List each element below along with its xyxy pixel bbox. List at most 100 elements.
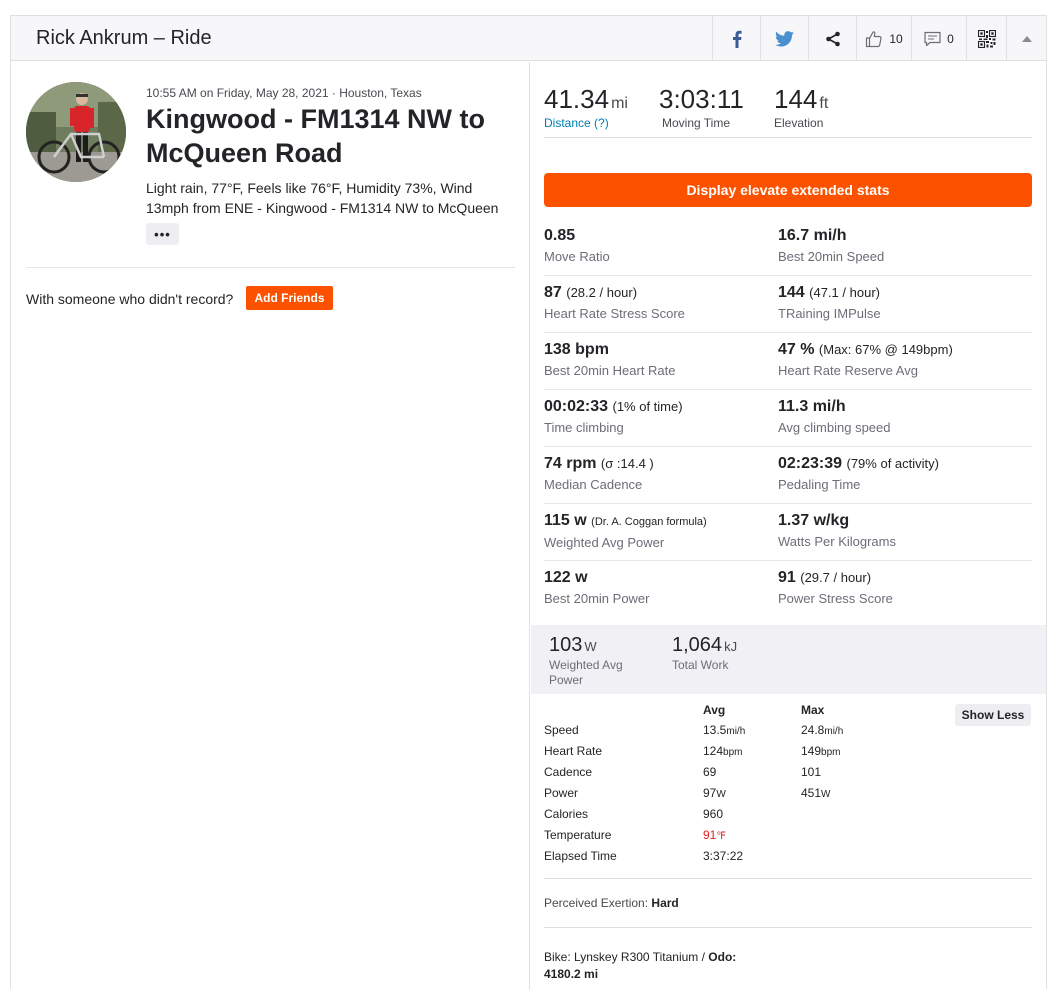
activity-stats: 41.34 mi Distance (?) 3:03:11 Moving Time… <box>531 62 1046 990</box>
row-name: Heart Rate <box>544 744 603 758</box>
facebook-share-button[interactable] <box>712 16 760 61</box>
extended-stats-row: 138 bpm Best 20min Heart Rate 47 % (Max: … <box>544 333 1032 390</box>
stat-label: Weighted Avg Power <box>544 535 665 550</box>
extended-stats-grid: 0.85 Move Ratio 16.7 mi/h Best 20min Spee… <box>544 219 1032 618</box>
bike-info: Bike: Lynskey R300 Titanium / Odo: 4180.… <box>544 949 736 983</box>
add-friends-button[interactable]: Add Friends <box>246 286 333 310</box>
extended-stat: 1.37 w/kg Watts Per Kilograms <box>778 504 1018 549</box>
kudos-button[interactable]: 10 <box>856 16 911 61</box>
collapse-button[interactable] <box>1006 16 1046 61</box>
row-name: Power <box>544 786 579 800</box>
stat-value: 16.7 mi/h <box>778 226 1018 246</box>
table-row: Power 97W 451W <box>544 786 1032 807</box>
row-name: Cadence <box>544 765 593 779</box>
avg-value: 960 <box>703 807 724 821</box>
avg-unit: ℉ <box>716 831 726 842</box>
stat-value: 74 rpm (σ :14.4 ) <box>544 454 784 474</box>
odometer-value: 4180.2 mi <box>544 967 599 981</box>
stat-value: 41.34 <box>544 84 610 114</box>
stat-label: Power <box>549 673 584 687</box>
avg-value: 124 <box>703 744 724 758</box>
stat-value-detail: (47.1 / hour) <box>809 285 880 300</box>
stat-label: Moving Time <box>662 116 731 130</box>
comment-count: 0 <box>947 31 954 46</box>
stat-total-work: 1,064 kJ Total Work <box>672 634 737 672</box>
twitter-share-button[interactable] <box>760 16 808 61</box>
elevate-extended-stats-button[interactable]: Display elevate extended stats <box>544 173 1032 207</box>
stat-value: 103 <box>549 634 583 656</box>
stat-value: 122 w <box>544 568 784 588</box>
max-unit: bpm <box>821 747 841 758</box>
stat-value-detail: (Max: 67% @ 149bpm) <box>818 342 953 357</box>
activity-title: Kingwood - FM1314 NW to McQueen Road <box>146 104 485 168</box>
avg-value: 69 <box>703 765 717 779</box>
more-options-button[interactable]: ••• <box>146 223 179 245</box>
row-name: Speed <box>544 723 579 737</box>
max-value: 149 <box>801 744 822 758</box>
row-max: 451W <box>801 786 830 800</box>
stat-weighted-avg-power: 103 W Weighted Avg Power <box>549 634 623 687</box>
extended-stat: 115 w (Dr. A. Coggan formula) Weighted Av… <box>544 504 784 550</box>
kudos-count: 10 <box>889 31 903 46</box>
extended-stats-row: 74 rpm (σ :14.4 ) Median Cadence 02:23:39 … <box>544 447 1032 504</box>
row-avg: 97W <box>703 786 726 800</box>
twitter-icon <box>775 30 794 47</box>
max-unit: mi/h <box>824 726 844 737</box>
share-icon <box>825 31 840 46</box>
stat-value-main: 47 % <box>778 341 815 358</box>
extended-stat: 00:02:33 (1% of time) Time climbing <box>544 390 784 435</box>
stat-value: 91 (29.7 / hour) <box>778 568 1018 588</box>
stat-distance: 41.34 mi Distance (?) <box>544 84 628 130</box>
stat-value: 47 % (Max: 67% @ 149bpm) <box>778 340 1018 360</box>
friends-prompt: With someone who didn't record? <box>26 291 234 307</box>
perceived-exertion-label: Perceived Exertion: <box>544 896 649 910</box>
stat-value-main: 00:02:33 <box>544 398 609 415</box>
stat-value-main: 122 w <box>544 569 588 586</box>
stat-value-detail: (σ :14.4 ) <box>600 456 654 471</box>
extended-stats-row: 87 (28.2 / hour) Heart Rate Stress Score 1… <box>544 276 1032 333</box>
stat-label: Avg climbing speed <box>778 420 891 435</box>
power-summary: 103 W Weighted Avg Power 1,064 kJ Total Wo… <box>531 625 1046 694</box>
extended-stats-row: 00:02:33 (1% of time) Time climbing 11.3 m… <box>544 390 1032 447</box>
stat-value-main: 16.7 mi/h <box>778 227 847 244</box>
row-max: 101 <box>801 765 821 779</box>
stat-value-main: 74 rpm <box>544 455 597 472</box>
extended-stat: 87 (28.2 / hour) Heart Rate Stress Score <box>544 276 784 321</box>
activity-description: Light rain, 77°F, Feels like 76°F, Humid… <box>146 180 499 216</box>
extended-stat: 0.85 Move Ratio <box>544 219 784 264</box>
column-header-max: Max <box>801 703 825 717</box>
facebook-icon <box>732 30 742 48</box>
stat-label: Median Cadence <box>544 477 643 492</box>
odometer-label: Odo: <box>708 950 737 964</box>
stat-value: 138 bpm <box>544 340 784 360</box>
extended-stats-row: 0.85 Move Ratio 16.7 mi/h Best 20min Spee… <box>544 219 1032 276</box>
stat-value: 1.37 w/kg <box>778 511 1018 531</box>
athlete-avatar[interactable] <box>26 82 126 182</box>
extended-stat: 144 (47.1 / hour) TRaining IMPulse <box>778 276 1018 321</box>
stat-unit: mi <box>611 95 628 112</box>
stat-label: Pedaling Time <box>778 477 861 492</box>
extended-stat: 11.3 mi/h Avg climbing speed <box>778 390 1018 435</box>
thumbs-up-icon <box>866 30 882 47</box>
stat-label: Heart Rate Reserve Avg <box>778 363 918 378</box>
extended-stat: 74 rpm (σ :14.4 ) Median Cadence <box>544 447 784 492</box>
stat-value: 3:03:11 <box>659 84 744 114</box>
stat-value-detail: (79% of activity) <box>846 456 939 471</box>
max-value: 451 <box>801 786 822 800</box>
show-less-button[interactable]: Show Less <box>955 704 1031 726</box>
page-title: Rick Ankrum – Ride <box>36 27 212 49</box>
max-unit: W <box>821 789 831 800</box>
perceived-exertion: Perceived Exertion: Hard <box>544 896 679 910</box>
qr-code-button[interactable] <box>966 16 1006 61</box>
row-max: 24.8mi/h <box>801 723 843 737</box>
row-avg: 960 <box>703 807 723 821</box>
table-row: Heart Rate 124bpm 149bpm <box>544 744 1032 765</box>
comment-button[interactable]: 0 <box>911 16 966 61</box>
extended-stat: 16.7 mi/h Best 20min Speed <box>778 219 1018 264</box>
stat-elevation: 144 ft Elevation <box>774 84 828 130</box>
distance-help-link[interactable]: Distance (?) <box>544 116 628 130</box>
activity-date-location: 10:55 AM on Friday, May 28, 2021 · Houst… <box>146 86 422 100</box>
perceived-exertion-value: Hard <box>651 896 679 910</box>
bike-name: Bike: Lynskey R300 Titanium / <box>544 950 709 964</box>
share-button[interactable] <box>808 16 856 61</box>
